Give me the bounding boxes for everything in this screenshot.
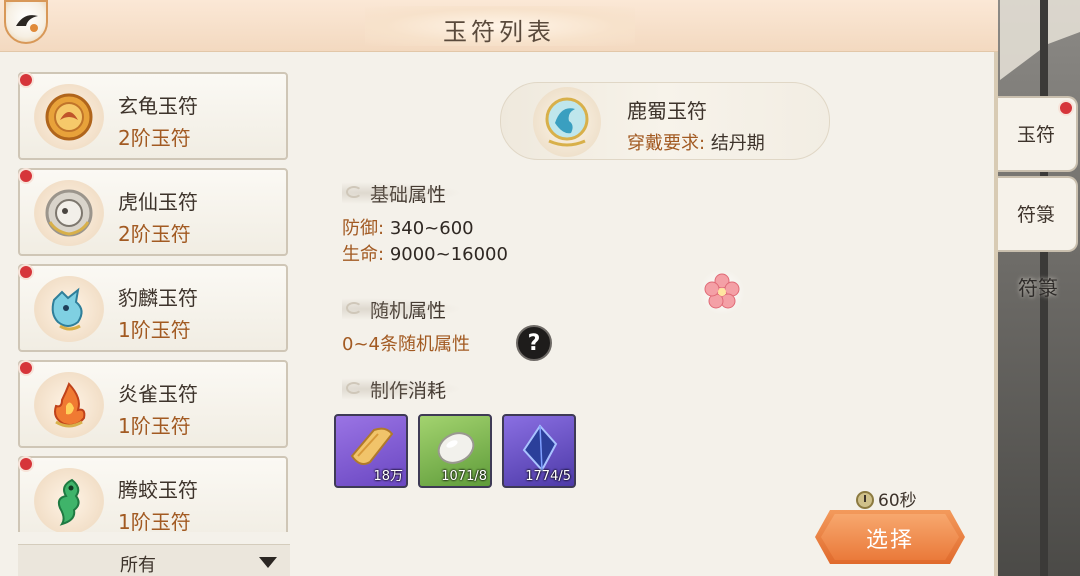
talisman-name: 腾蛟玉符 <box>118 478 198 502</box>
talisman-list: 玄龟玉符 2阶玉符 虎仙玉符 2阶玉符 豹麟玉符 1阶玉符 炎雀玉符 1阶玉符 … <box>18 72 290 532</box>
notification-badge <box>1058 100 1074 116</box>
back-button[interactable] <box>4 0 48 44</box>
attribute-value: 340~600 <box>389 218 474 239</box>
notification-badge <box>18 360 34 376</box>
random-attributes-text: 0~4条随机属性 <box>342 334 470 355</box>
attribute-value: 9000~16000 <box>389 244 508 265</box>
selected-talisman-card: 鹿蜀玉符 穿戴要求: 结丹期 <box>500 82 830 160</box>
page-title: 玉符列表 <box>443 18 555 46</box>
tab-talisman-seal[interactable]: 符箓 <box>998 176 1078 252</box>
material-slot[interactable]: 1071/8 <box>418 414 492 488</box>
material-slot[interactable]: 1774/5 <box>502 414 576 488</box>
talisman-name: 豹麟玉符 <box>118 286 198 310</box>
talisman-tier: 1阶玉符 <box>118 510 191 532</box>
attribute-defense: 防御: 340~600 <box>342 214 474 240</box>
filter-selected-label: 所有 <box>120 555 156 576</box>
talisman-name: 玄龟玉符 <box>118 94 198 118</box>
material-slot[interactable]: 18万 <box>334 414 408 488</box>
blossom-sparkle-icon <box>699 269 745 315</box>
question-mark-icon: ? <box>527 331 541 356</box>
crafting-cost-title: 制作消耗 <box>342 376 463 403</box>
list-item[interactable]: 玄龟玉符 2阶玉符 <box>18 72 288 160</box>
section-label: 随机属性 <box>370 300 447 322</box>
material-quantity: 18万 <box>373 469 403 484</box>
back-arrow-icon <box>16 15 38 32</box>
tab-label: 玉符 <box>1016 124 1055 146</box>
filter-dropdown[interactable]: 所有 <box>18 544 290 576</box>
tab-label: 符箓 <box>1016 204 1055 226</box>
turtle-talisman-icon <box>34 84 104 150</box>
requirement-value: 结丹期 <box>710 133 765 154</box>
panel-header: 玉符列表 <box>0 0 998 52</box>
list-item[interactable]: 腾蛟玉符 1阶玉符 <box>18 456 288 532</box>
notification-badge <box>18 168 34 184</box>
talisman-tier: 1阶玉符 <box>118 318 191 342</box>
swirl-ornament-icon <box>346 186 362 198</box>
swirl-ornament-icon <box>346 302 362 314</box>
material-quantity: 1774/5 <box>525 469 571 484</box>
notification-badge <box>18 456 34 472</box>
list-item[interactable]: 豹麟玉符 1阶玉符 <box>18 264 288 352</box>
section-label: 基础属性 <box>370 184 447 206</box>
attribute-label: 生命: <box>342 244 385 265</box>
notification-badge <box>18 72 34 88</box>
help-button[interactable]: ? <box>516 325 552 361</box>
clock-icon <box>856 491 874 509</box>
notification-badge <box>18 264 34 280</box>
timer-text: 60秒 <box>878 491 917 511</box>
leopard-talisman-icon <box>34 276 104 342</box>
wear-requirement: 穿戴要求: 结丹期 <box>627 129 765 155</box>
talisman-name: 炎雀玉符 <box>118 382 198 406</box>
tab-jade-talisman[interactable]: 玉符 <box>998 96 1078 172</box>
list-item[interactable]: 虎仙玉符 2阶玉符 <box>18 168 288 256</box>
attribute-health: 生命: 9000~16000 <box>342 240 508 266</box>
talisman-tier: 2阶玉符 <box>118 222 191 246</box>
flame-bird-talisman-icon <box>34 372 104 438</box>
talisman-tier: 2阶玉符 <box>118 126 191 150</box>
selected-talisman-name: 鹿蜀玉符 <box>627 99 707 123</box>
tiger-talisman-icon <box>34 180 104 246</box>
attribute-label: 防御: <box>342 218 385 239</box>
background-tab-label: 符箓 <box>1018 276 1058 300</box>
list-item[interactable]: 炎雀玉符 1阶玉符 <box>18 360 288 448</box>
chevron-down-icon <box>259 557 277 568</box>
requirement-label: 穿戴要求: <box>627 133 706 154</box>
countdown-timer: 60秒 <box>856 486 917 511</box>
jiao-dragon-talisman-icon <box>34 468 104 532</box>
random-attributes-title: 随机属性 <box>342 296 463 323</box>
swirl-ornament-icon <box>346 382 362 394</box>
crystal-shard-icon <box>522 424 558 472</box>
deer-talisman-icon <box>533 87 601 157</box>
talisman-tier: 1阶玉符 <box>118 414 191 438</box>
talisman-name: 虎仙玉符 <box>118 190 198 214</box>
material-quantity: 1071/8 <box>441 469 487 484</box>
jade-stone-icon <box>437 432 475 464</box>
section-label: 制作消耗 <box>370 380 447 402</box>
select-button-label: 选择 <box>865 528 914 553</box>
base-attributes-title: 基础属性 <box>342 180 463 207</box>
